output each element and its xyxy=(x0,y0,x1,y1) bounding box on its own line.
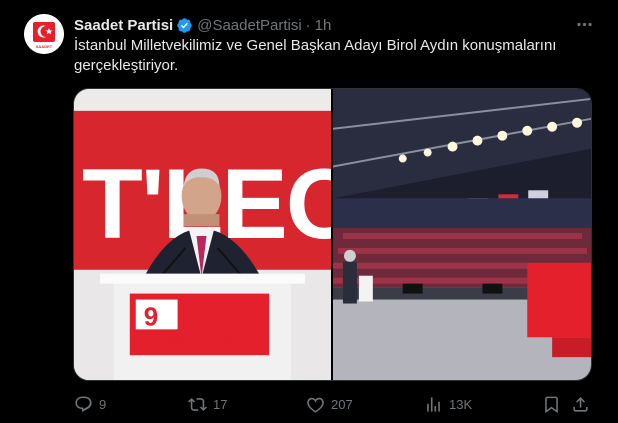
author-handle[interactable]: @SaadetPartisi xyxy=(197,17,301,34)
reply-button[interactable]: 9 xyxy=(74,392,106,416)
congress-hall-crowd-photo[interactable] xyxy=(333,89,591,380)
more-options-button[interactable] xyxy=(572,14,596,34)
like-button[interactable]: 207 xyxy=(306,392,353,416)
repost-icon xyxy=(188,397,207,411)
repost-count: 17 xyxy=(213,396,228,412)
tweet-actions: 9 17 207 13K xyxy=(74,392,594,416)
podium-slogan: BÜYÜK BİR TÜRKİYE xyxy=(165,338,235,347)
share-icon xyxy=(573,396,588,412)
podium-logo: 9 xyxy=(144,303,158,331)
tweet-header: Saadet Partisi @SaadetPartisi · 1h xyxy=(74,15,331,35)
bookmark-icon xyxy=(545,396,558,413)
author-name[interactable]: Saadet Partisi xyxy=(74,17,173,34)
separator-dot: · xyxy=(305,16,311,34)
author-avatar[interactable]: SAADET xyxy=(24,14,64,54)
verified-badge-icon[interactable] xyxy=(176,17,193,34)
speaker-at-podium-photo[interactable]: T'LEO 9 BÜYÜK BİR TÜRKİYE xyxy=(74,89,331,380)
saadet-logo-icon: SAADET xyxy=(24,14,64,54)
repost-button[interactable]: 17 xyxy=(188,392,227,416)
views-count: 13K xyxy=(449,396,473,412)
like-icon xyxy=(307,397,324,413)
views-button[interactable]: 13K xyxy=(424,392,472,416)
like-count: 207 xyxy=(331,396,353,412)
tweet-media: T'LEO 9 BÜYÜK BİR TÜRKİYE xyxy=(73,88,592,381)
timestamp[interactable]: 1h xyxy=(315,17,332,34)
views-icon xyxy=(427,396,440,412)
bookmark-button[interactable] xyxy=(542,392,561,416)
share-button[interactable] xyxy=(571,392,590,416)
tweet-text: İstanbul Milletvekilimiz ve Genel Başkan… xyxy=(74,37,557,74)
avatar-label: SAADET xyxy=(36,44,53,49)
more-icon xyxy=(576,22,592,26)
reply-count: 9 xyxy=(99,396,107,412)
reply-icon xyxy=(75,396,92,412)
tweet[interactable]: SAADET Saadet Partisi @SaadetPartisi · 1… xyxy=(0,0,618,423)
